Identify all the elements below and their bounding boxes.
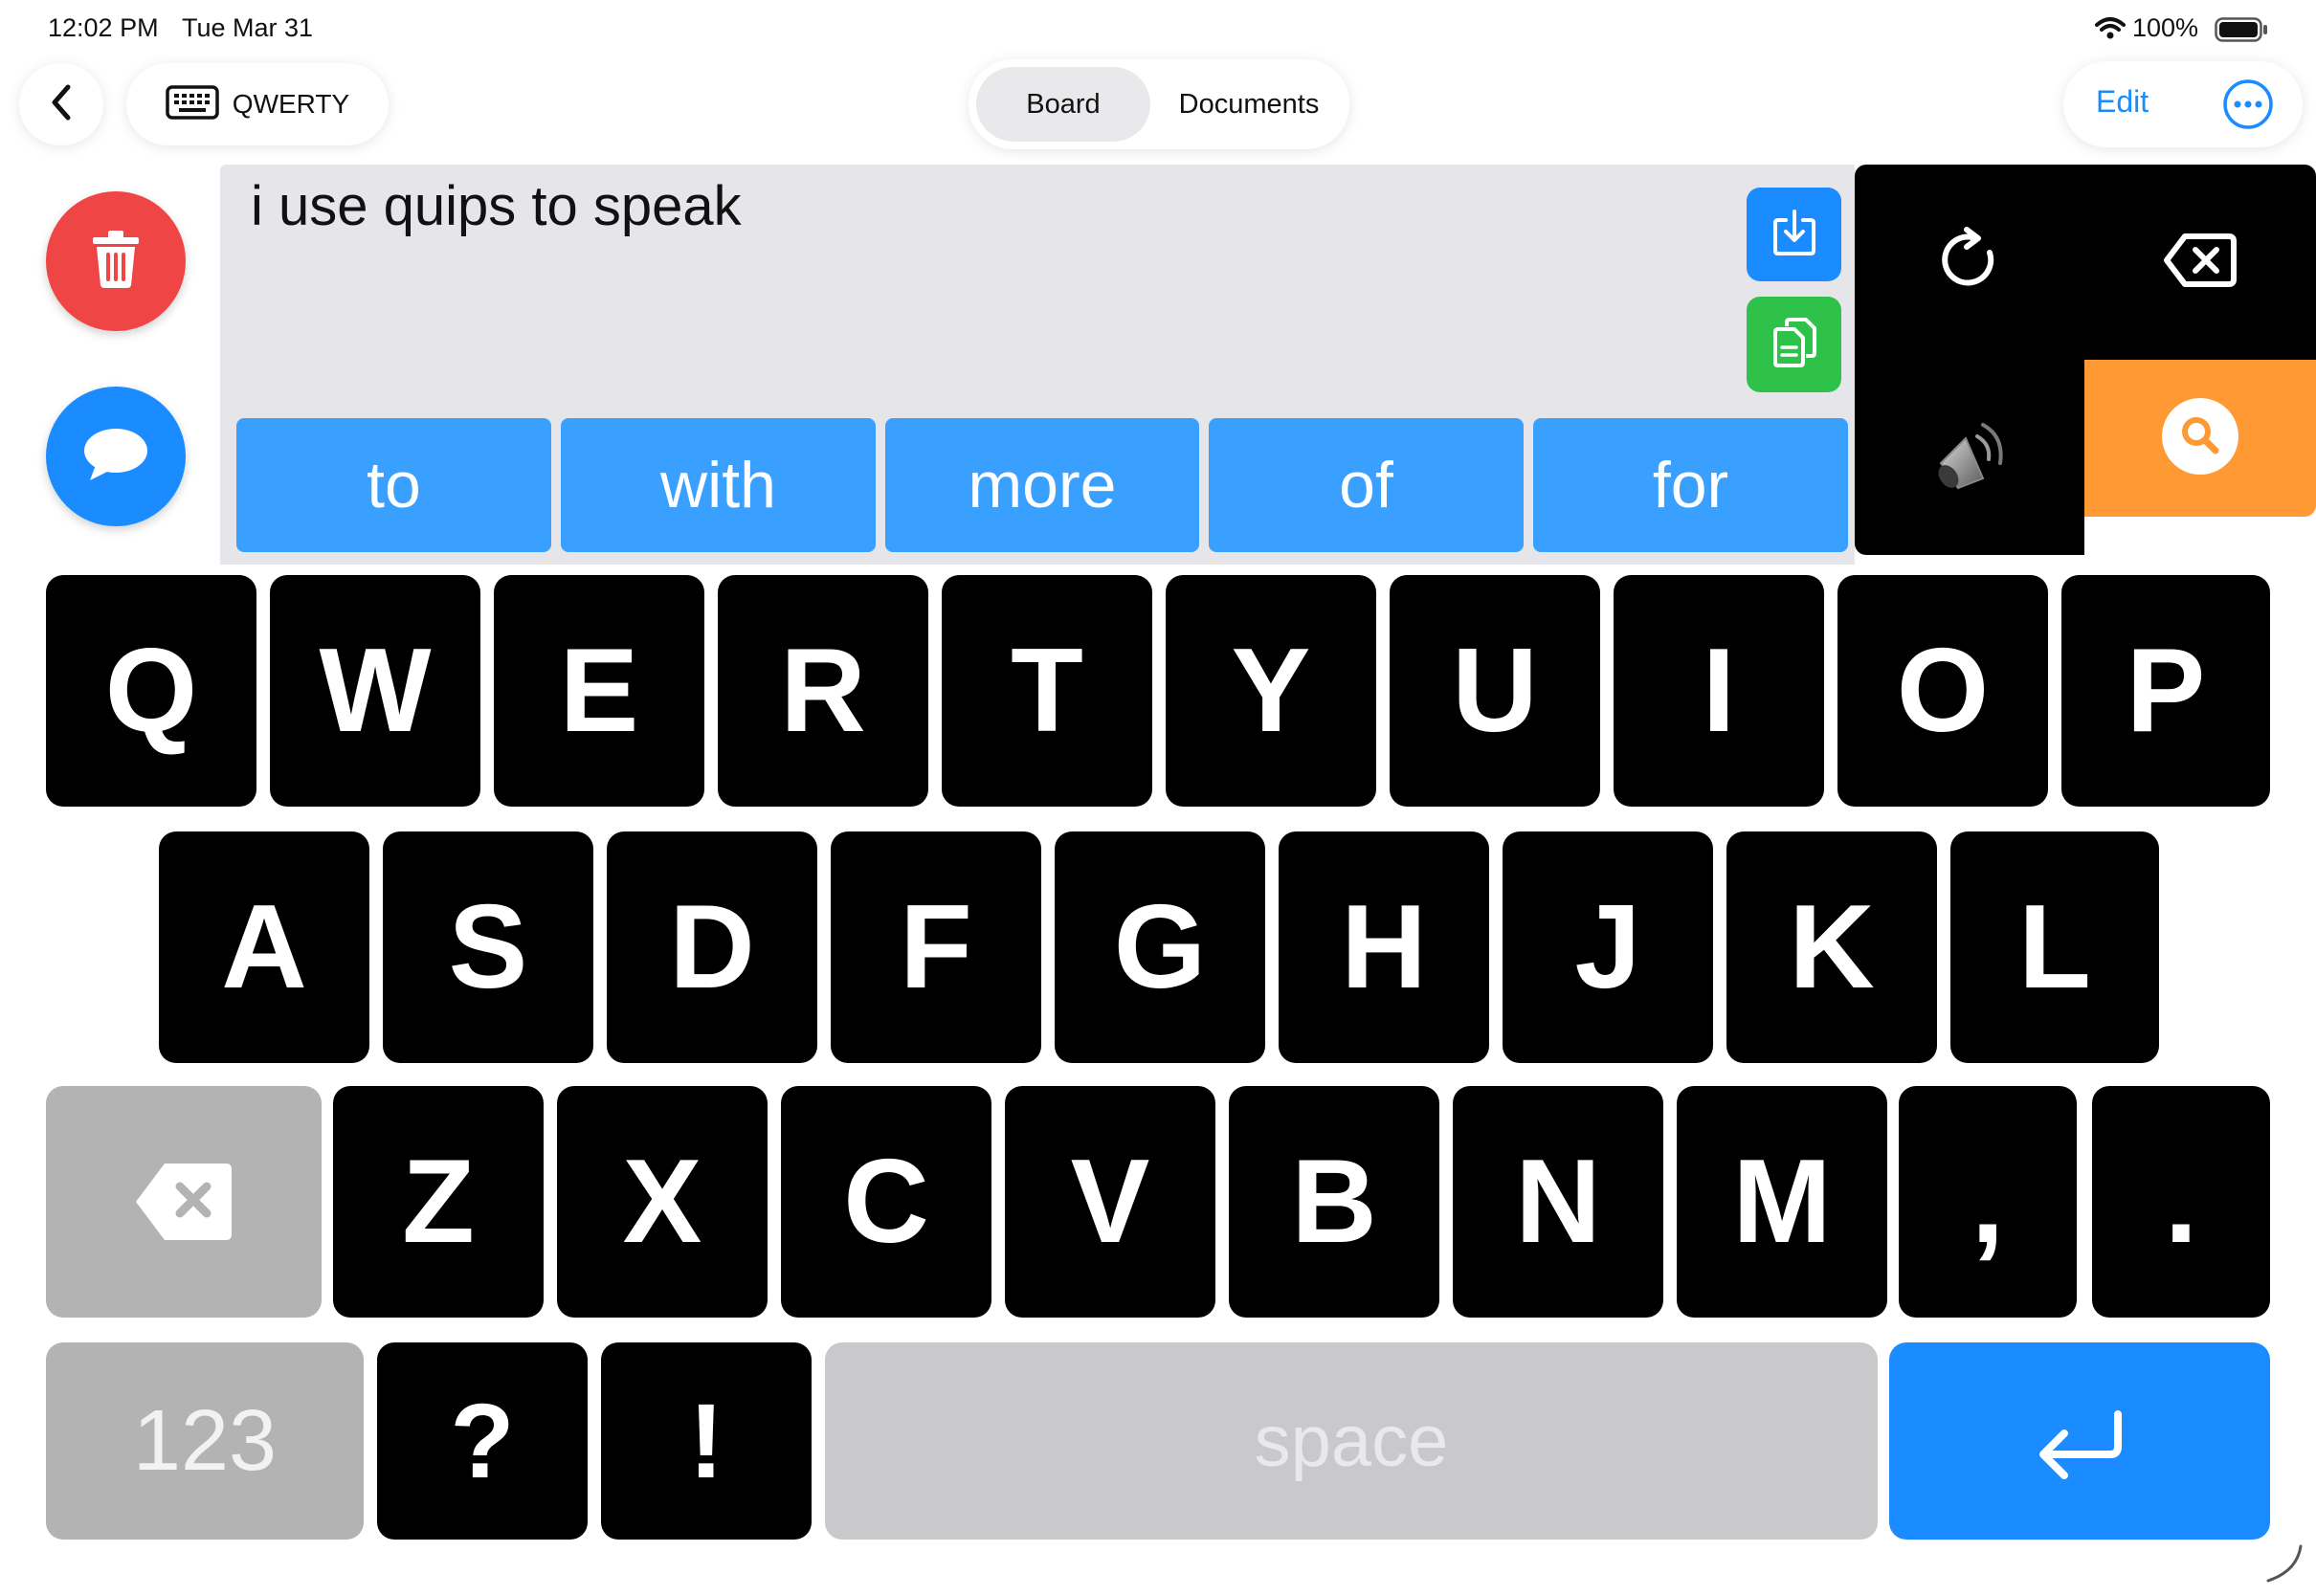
search-icon (2160, 396, 2240, 481)
key-z[interactable]: Z (333, 1086, 544, 1318)
key-i[interactable]: I (1614, 575, 1824, 807)
key-a[interactable]: A (159, 831, 369, 1063)
copy-icon (1771, 317, 1817, 373)
save-button[interactable] (1747, 188, 1841, 281)
prediction-3[interactable]: more (885, 418, 1199, 552)
backspace-key[interactable] (46, 1086, 322, 1318)
numbers-key[interactable]: 123 (46, 1342, 364, 1540)
chevron-left-icon (47, 81, 76, 128)
key-k[interactable]: K (1726, 831, 1937, 1063)
key-x[interactable]: X (557, 1086, 768, 1318)
key-r[interactable]: R (718, 575, 928, 807)
key-comma[interactable]: , (1899, 1086, 2077, 1318)
prediction-5[interactable]: for (1533, 418, 1848, 552)
key-h[interactable]: H (1279, 831, 1489, 1063)
view-segmented-control: Board Documents (969, 59, 1349, 149)
key-p[interactable]: P (2061, 575, 2270, 807)
key-e[interactable]: E (494, 575, 704, 807)
key-q[interactable]: Q (46, 575, 256, 807)
wifi-icon (2094, 15, 2127, 40)
key-period[interactable]: . (2092, 1086, 2270, 1318)
key-exclamation[interactable]: ! (601, 1342, 812, 1540)
tab-documents[interactable]: Documents (1156, 67, 1342, 142)
tab-board[interactable]: Board (976, 67, 1150, 142)
search-button[interactable] (2084, 360, 2316, 517)
speech-bubble-icon (82, 427, 149, 487)
key-m[interactable]: M (1677, 1086, 1887, 1318)
key-u[interactable]: U (1390, 575, 1600, 807)
key-o[interactable]: O (1837, 575, 2048, 807)
key-w[interactable]: W (270, 575, 480, 807)
status-time: 12:02 PM (48, 13, 159, 42)
battery-percent: 100% (2132, 13, 2199, 42)
key-c[interactable]: C (781, 1086, 991, 1318)
return-icon (2034, 1373, 2126, 1509)
speak-button[interactable] (1855, 360, 2084, 555)
ellipsis-circle-icon[interactable] (2222, 78, 2274, 130)
backspace-icon (134, 1134, 234, 1270)
back-button[interactable] (19, 63, 103, 145)
key-y[interactable]: Y (1166, 575, 1376, 807)
key-t[interactable]: T (942, 575, 1152, 807)
board-name: QWERTY (232, 89, 350, 119)
key-j[interactable]: J (1503, 831, 1713, 1063)
backspace-icon (2164, 233, 2237, 293)
key-question[interactable]: ? (377, 1342, 588, 1540)
chat-button[interactable] (46, 387, 186, 526)
return-key[interactable] (1889, 1342, 2270, 1540)
key-f[interactable]: F (831, 831, 1041, 1063)
key-d[interactable]: D (607, 831, 817, 1063)
key-s[interactable]: S (383, 831, 593, 1063)
prediction-2[interactable]: with (561, 418, 876, 552)
prediction-1[interactable]: to (236, 418, 551, 552)
keyboard-icon (166, 84, 219, 124)
clear-button[interactable] (46, 191, 186, 331)
prediction-4[interactable]: of (1209, 418, 1524, 552)
copy-button[interactable] (1747, 297, 1841, 392)
resize-handle-icon (2262, 1542, 2305, 1585)
repeat-icon (1936, 226, 2003, 299)
delete-word-button[interactable] (2084, 165, 2316, 360)
key-n[interactable]: N (1453, 1086, 1663, 1318)
repeat-button[interactable] (1855, 165, 2084, 360)
key-g[interactable]: G (1055, 831, 1265, 1063)
key-b[interactable]: B (1229, 1086, 1439, 1318)
message-text: i use quips to speak (251, 175, 742, 237)
edit-more-group: Edit (2063, 61, 2303, 147)
speaker-icon (1924, 410, 2015, 506)
save-download-icon (1772, 209, 1816, 261)
status-date: Tue Mar 31 (182, 13, 314, 42)
key-v[interactable]: V (1005, 1086, 1215, 1318)
board-selector-button[interactable]: QWERTY (126, 63, 389, 145)
battery-icon (2215, 17, 2268, 42)
trash-icon (91, 230, 141, 294)
edit-button[interactable]: Edit (2096, 84, 2149, 120)
key-l[interactable]: L (1950, 831, 2159, 1063)
space-key[interactable]: space (825, 1342, 1878, 1540)
